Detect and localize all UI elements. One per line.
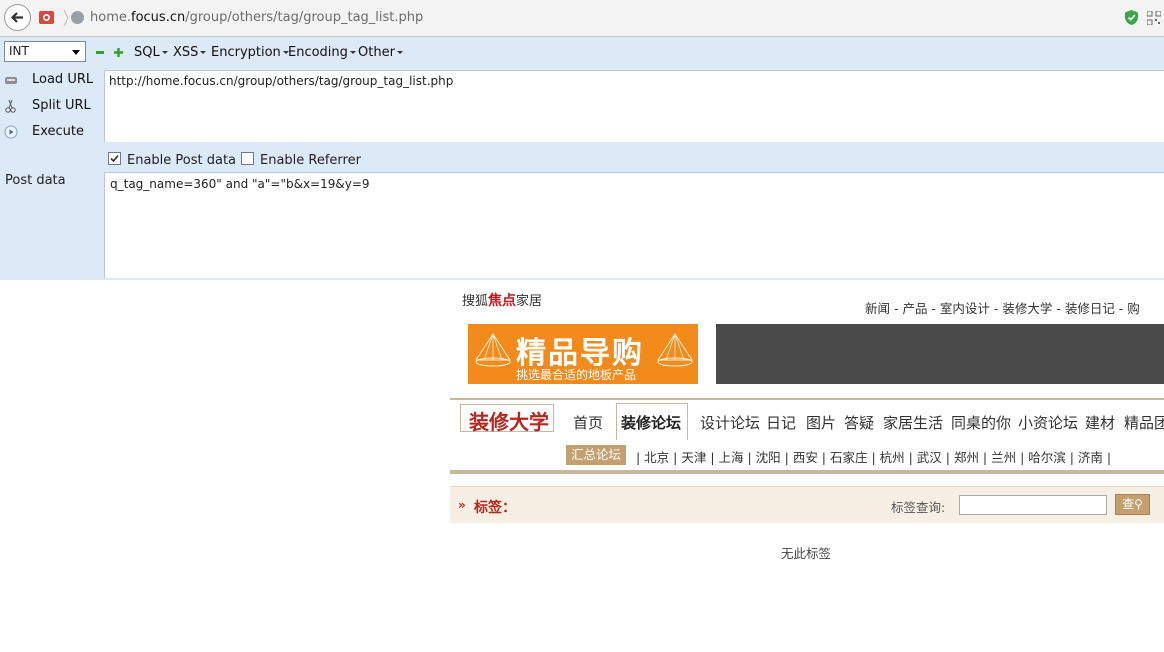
ad-placeholder[interactable] [716,324,1164,384]
banner-subtitle: 挑选最合适的地板产品 [516,368,637,382]
tag-bar: » 标签： 标签查询: 查⚲ [450,486,1164,523]
brand-title: 装修大学 [469,410,549,434]
separator-icon [63,9,69,27]
tag-search-button[interactable]: 查⚲ [1115,494,1150,515]
scissors-icon [5,99,16,113]
web-page: 搜狐焦点家居 新闻 - 产品 - 室内设计 - 装修大学 - 装修日记 - 购 … [450,281,1164,652]
checkbox-unchecked[interactable] [241,152,254,165]
menu-other[interactable]: Other [358,45,403,60]
logo-right: 家居 [516,294,543,309]
back-arrow-icon [10,12,23,23]
url-textarea[interactable]: http://home.focus.cn/group/others/tag/gr… [104,70,1164,142]
chandelier-icon [657,333,693,367]
enable-post-checkbox[interactable]: Enable Post data [108,152,236,168]
qr-code-icon[interactable] [1147,11,1161,25]
url-prefix: home. [90,10,131,25]
caret-icon [200,51,207,54]
load-url-label: Load URL [32,72,94,87]
site-logo[interactable]: 搜狐焦点家居 [462,290,542,310]
post-data-label: Post data [5,173,66,188]
tag-query-label: 标签查询: [891,500,946,515]
url-domain: focus.cn [131,10,186,25]
load-url-icon [5,76,17,84]
enable-referrer-label: Enable Referrer [260,153,361,168]
nav-deskmate[interactable]: 同桌的你 [951,412,1011,433]
brand-box[interactable]: 装修大学 [460,404,554,434]
browser-toolbar: home.focus.cn/group/others/tag/group_tag… [0,0,1164,37]
double-chevron-icon: » [458,498,466,512]
menu-other-label: Other [358,45,395,60]
menu-sql[interactable]: SQL [134,45,168,60]
menu-encoding[interactable]: Encoding [288,45,356,60]
enable-post-label: Enable Post data [127,153,237,168]
menu-xss[interactable]: XSS [173,45,207,60]
no-tags-message: 无此标签 [781,546,832,561]
logo-left: 搜狐 [462,294,489,309]
globe-icon [71,11,84,24]
nav-petty-bourgeois[interactable]: 小资论坛 [1018,412,1078,433]
nav-design-forum[interactable]: 设计论坛 [700,412,760,433]
nav-qa[interactable]: 答疑 [844,412,874,433]
back-button[interactable] [4,4,31,31]
nav-home-life[interactable]: 家居生活 [883,412,943,433]
security-shield-icon[interactable] [1124,9,1139,26]
sub-nav: 汇总论坛 | 北京 | 天津 | 上海 | 沈阳 | 西安 | 石家庄 | 杭州… [450,440,1164,474]
checkmark-icon [110,154,119,163]
search-icon: ⚲ [1134,497,1143,511]
hackbar-panel: INT SQL XSS Encryption Encoding Other Lo… [0,37,1164,280]
caret-icon [161,51,168,54]
caret-icon [349,51,356,54]
main-nav: 装修大学 首页 装修论坛 设计论坛 日记 图片 答疑 家居生活 同桌的你 小资论… [450,398,1164,443]
url-path: /group/others/tag/group_tag_list.php [185,10,424,25]
logo-mid: 焦点 [488,293,517,309]
sub-nav-active[interactable]: 汇总论坛 [566,445,626,465]
decrease-icon[interactable] [96,51,104,54]
split-url-label: Split URL [32,98,91,113]
type-select[interactable]: INT [4,41,86,62]
type-select-value: INT [9,44,29,58]
split-url-button[interactable]: Split URL [4,98,91,113]
tag-label: 标签： [474,500,516,516]
nav-group-buy[interactable]: 精品团 [1124,412,1164,433]
menu-encoding-label: Encoding [288,45,348,60]
address-bar[interactable]: home.focus.cn/group/others/tag/group_tag… [90,10,423,25]
nav-home[interactable]: 首页 [573,412,603,433]
increase-icon[interactable] [114,48,123,57]
execute-label: Execute [32,124,84,139]
nav-pictures[interactable]: 图片 [806,412,836,433]
enable-referrer-checkbox[interactable]: Enable Referrer [241,152,361,168]
menu-sql-label: SQL [134,45,160,60]
caret-icon [396,51,403,54]
execute-button[interactable]: Execute [4,124,84,139]
tag-search-input[interactable] [959,495,1107,515]
menu-encryption[interactable]: Encryption [211,45,289,60]
play-icon [4,125,18,138]
post-data-textarea[interactable]: q_tag_name=360" and "a"="b&x=19&y=9 [104,172,1164,278]
ad-banner[interactable]: 精品导购 挑选最合适的地板产品 [468,324,698,384]
load-url-button[interactable]: Load URL [4,72,93,87]
city-links[interactable]: | 北京 | 天津 | 上海 | 沈阳 | 西安 | 石家庄 | 杭州 | 武汉… [636,447,1111,466]
nav-diary[interactable]: 日记 [766,412,796,433]
menu-xss-label: XSS [173,45,199,60]
tag-search-button-label: 查 [1122,497,1135,511]
top-nav-links[interactable]: 新闻 - 产品 - 室内设计 - 装修大学 - 装修日记 - 购 [865,298,1140,317]
chandelier-icon [475,333,511,367]
screenshot-camera-icon[interactable] [38,8,55,25]
nav-decoration-forum[interactable]: 装修论坛 [621,412,681,433]
dropdown-arrow-icon [72,50,80,55]
nav-materials[interactable]: 建材 [1085,412,1115,433]
menu-encryption-label: Encryption [211,45,281,60]
checkbox-checked[interactable] [108,152,121,165]
